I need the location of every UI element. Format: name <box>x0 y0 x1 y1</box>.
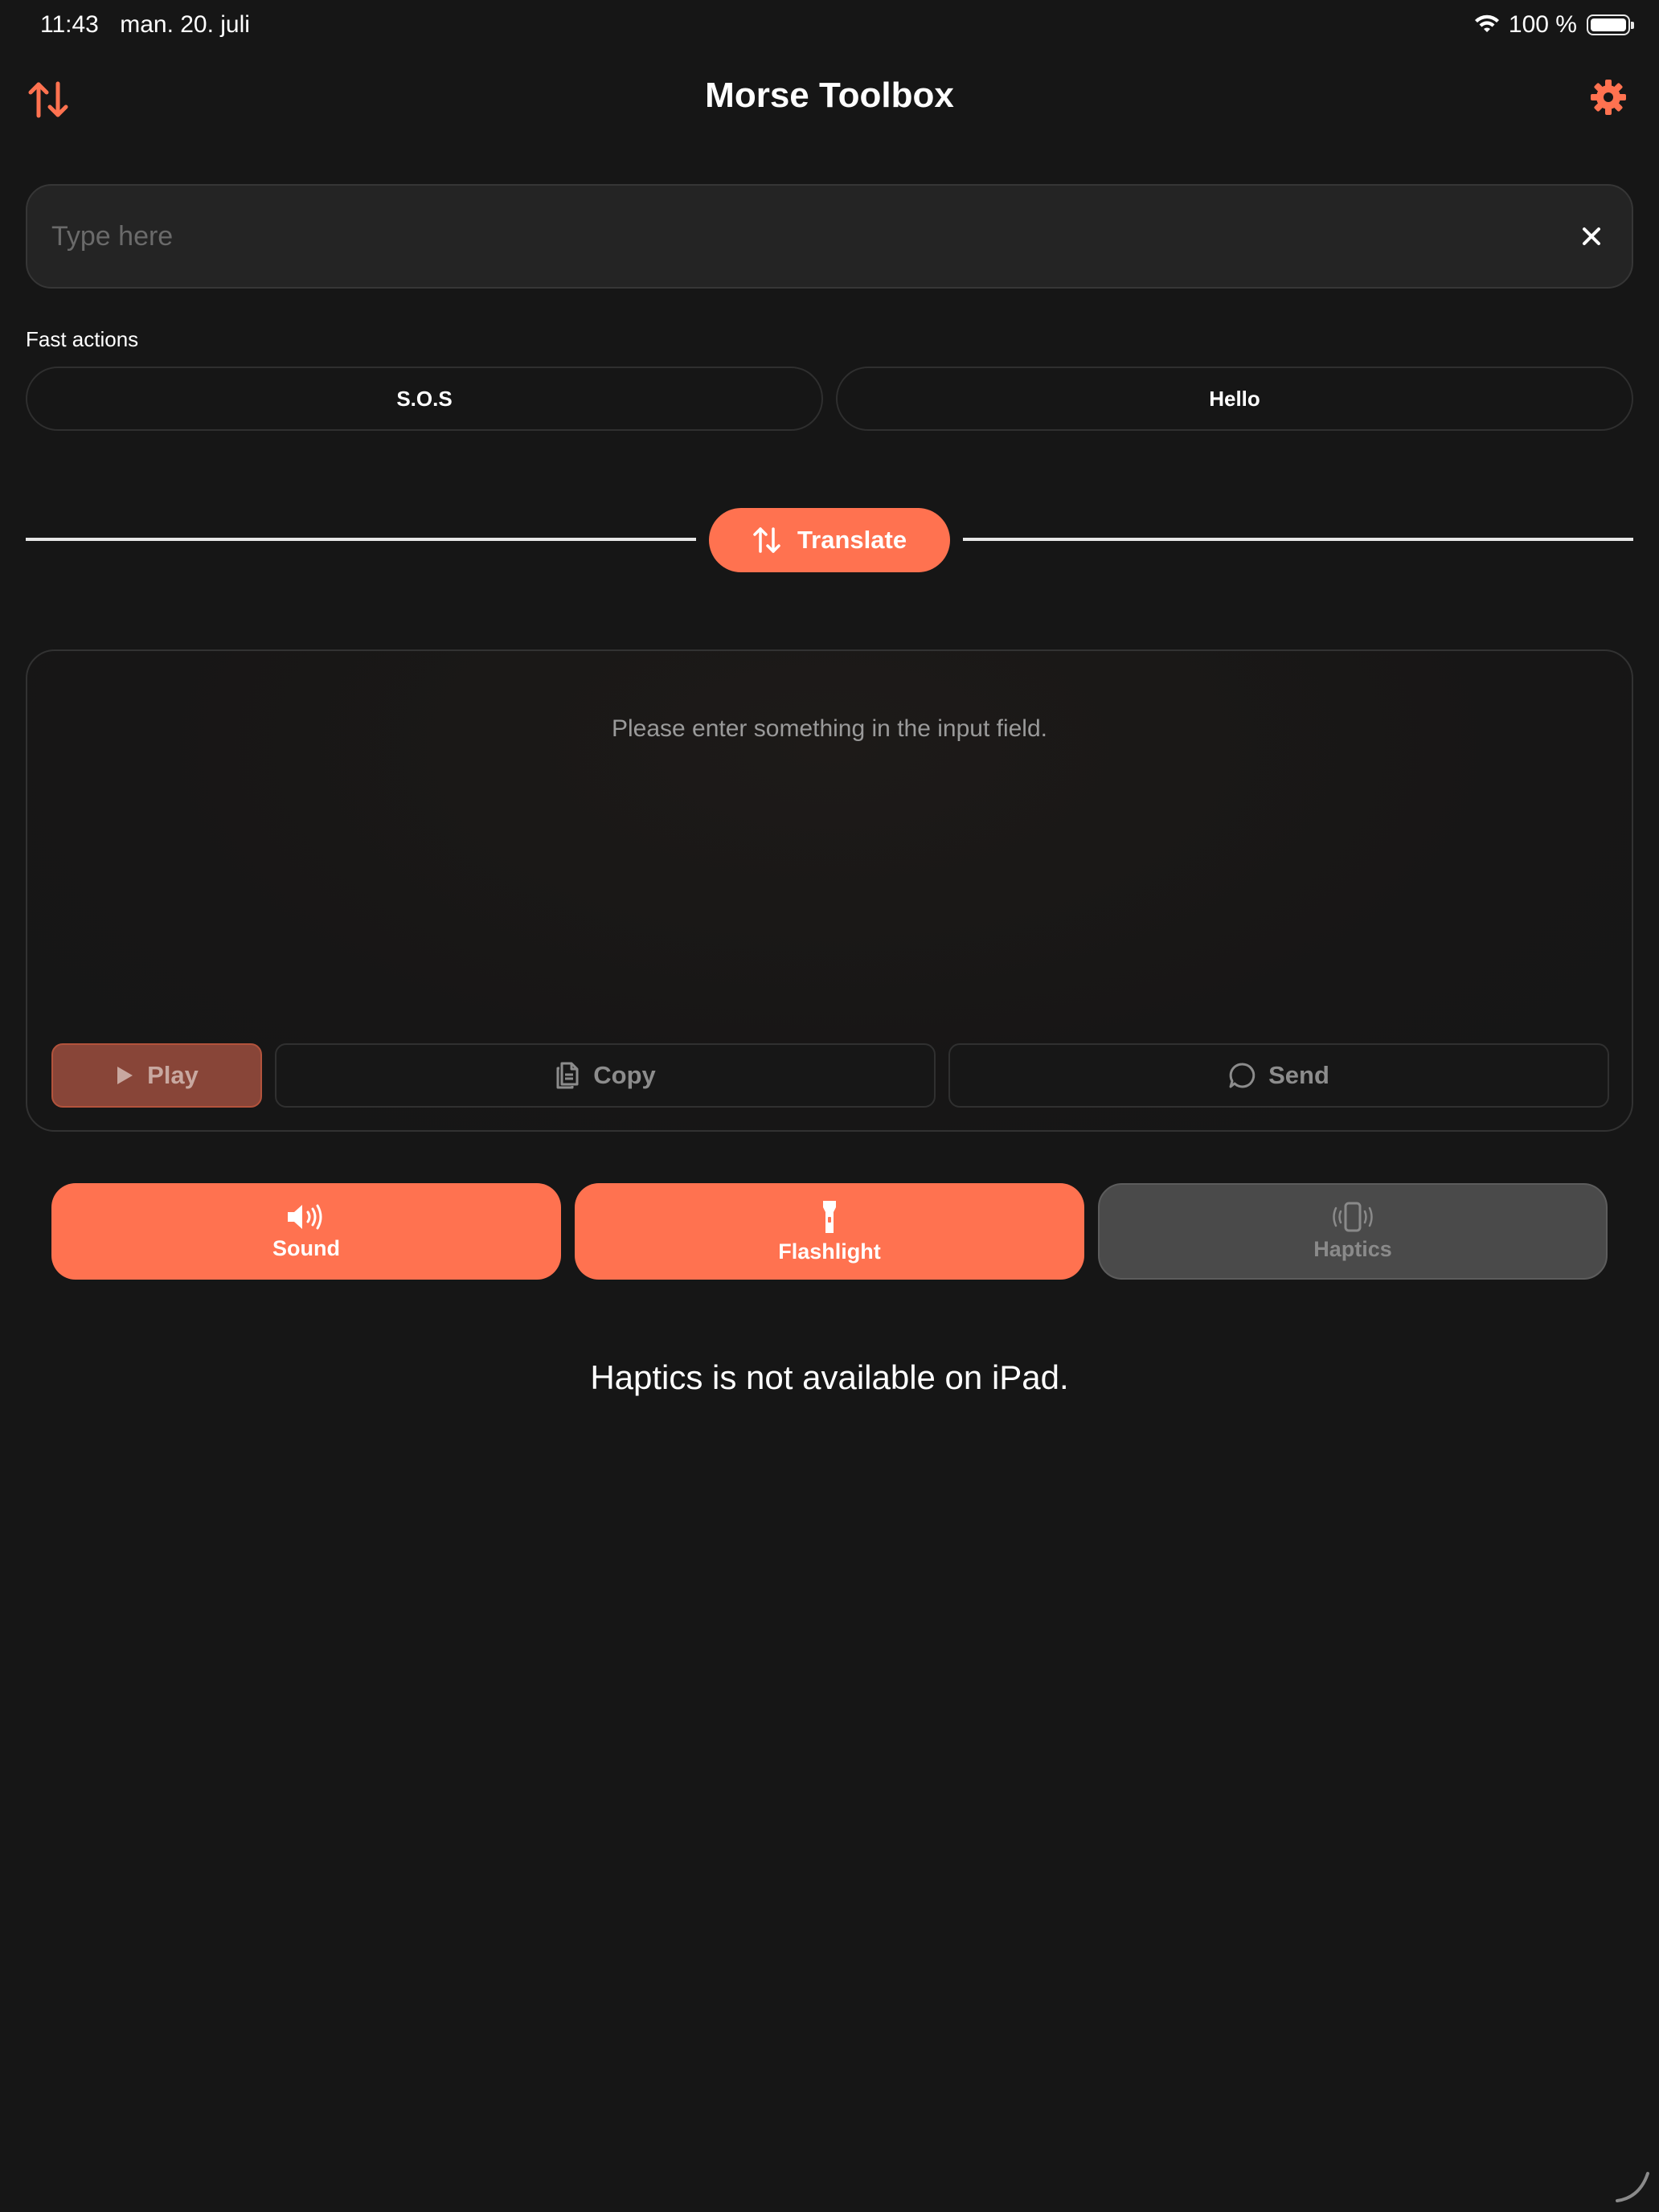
haptics-unavailable-note: Haptics is not available on iPad. <box>590 1358 1069 1396</box>
app-screen: 11:43 man. 20. juli 100 % Morse Toolbox <box>0 0 1659 2212</box>
copy-label: Copy <box>593 1061 656 1089</box>
fast-actions-label: Fast actions <box>26 327 139 351</box>
fast-action-sos-button[interactable]: S.O.S <box>26 367 823 431</box>
speaker-icon <box>288 1204 322 1229</box>
output-message: Please enter something in the input fiel… <box>611 715 1047 742</box>
status-bar-right: 100 % <box>1473 11 1634 39</box>
phone-vibrate-icon <box>1333 1202 1373 1231</box>
status-bar-left: 11:43 man. 20. juli <box>40 11 264 39</box>
wifi-icon <box>1474 14 1499 32</box>
translate-label: Translate <box>797 526 907 554</box>
output-card: Please enter something in the input fiel… <box>26 649 1633 1132</box>
flashlight-label: Flashlight <box>778 1239 881 1264</box>
send-button[interactable]: Send <box>948 1043 1609 1108</box>
divider-right <box>963 538 1633 541</box>
page-title: Morse Toolbox <box>705 76 954 115</box>
status-time: 11:43 <box>40 11 99 38</box>
flashlight-icon <box>823 1200 836 1233</box>
copy-icon <box>556 1062 579 1089</box>
play-button[interactable]: Play <box>51 1043 262 1108</box>
translate-button[interactable]: Translate <box>709 508 950 572</box>
swap-vertical-icon <box>753 527 780 553</box>
message-bubble-icon <box>1229 1063 1256 1088</box>
close-icon[interactable] <box>1575 220 1608 252</box>
battery-percent: 100 % <box>1508 11 1577 38</box>
flashlight-toggle[interactable]: Flashlight <box>575 1183 1084 1280</box>
divider-left <box>26 538 696 541</box>
resize-grabber-icon <box>1616 2172 1649 2202</box>
gear-icon[interactable] <box>1590 79 1627 116</box>
copy-button[interactable]: Copy <box>275 1043 936 1108</box>
play-icon <box>117 1067 133 1084</box>
text-input[interactable] <box>51 220 1575 252</box>
sound-label: Sound <box>272 1235 340 1260</box>
play-label: Play <box>147 1061 199 1089</box>
haptics-toggle[interactable]: Haptics <box>1098 1183 1608 1280</box>
sound-toggle[interactable]: Sound <box>51 1183 561 1280</box>
haptics-label: Haptics <box>1313 1236 1392 1261</box>
status-date: man. 20. juli <box>120 11 250 38</box>
send-label: Send <box>1268 1061 1329 1089</box>
text-input-container <box>26 184 1633 289</box>
fast-action-hello-button[interactable]: Hello <box>836 367 1633 431</box>
battery-icon <box>1587 14 1634 35</box>
